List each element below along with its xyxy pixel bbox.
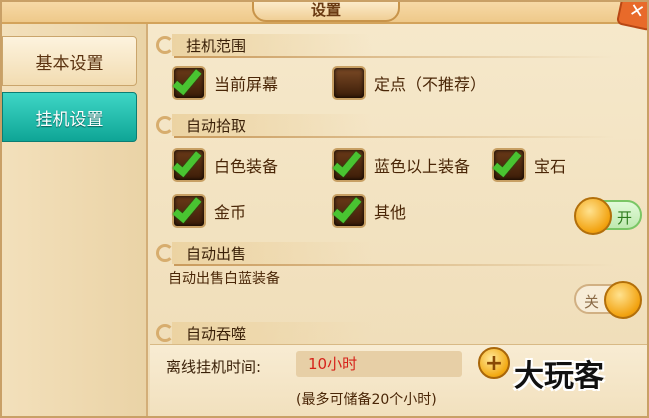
checkbox-box[interactable] xyxy=(172,146,206,182)
offline-note: (最多可储备20个小时) xyxy=(296,392,437,408)
section-title-sell: 自动出售 xyxy=(186,244,247,263)
checkbox-box[interactable] xyxy=(332,66,366,100)
offline-label: 离线挂机时间: xyxy=(166,358,262,376)
checkbox-gold[interactable]: 金币 xyxy=(172,192,247,228)
checkbox-box[interactable] xyxy=(172,64,206,100)
checkbox-other[interactable]: 其他 xyxy=(332,192,407,228)
section-header-range: 挂机范围 xyxy=(154,32,614,58)
checkbox-fixed-point[interactable]: 定点（不推荐） xyxy=(332,66,486,100)
checkbox-label: 宝石 xyxy=(534,157,567,176)
checkbox-label: 当前屏幕 xyxy=(214,75,279,94)
offline-time-bar: 离线挂机时间: 10小时 + (最多可储备20个小时) 大玩客 xyxy=(150,344,647,416)
toggle-knob[interactable] xyxy=(604,281,642,319)
sell-toggle[interactable]: 关 xyxy=(574,281,642,319)
sidebar: 基本设置 挂机设置 xyxy=(2,24,148,416)
section-title-devour: 自动吞噬 xyxy=(186,324,247,343)
tab-idle-settings[interactable]: 挂机设置 xyxy=(2,92,137,142)
settings-window: 设置 ✕ 基本设置 挂机设置 挂机范围 当前屏幕 定点（不推荐） 自动拾取 白色… xyxy=(0,0,649,418)
checkbox-gem[interactable]: 宝石 xyxy=(492,146,567,182)
checkmark-icon xyxy=(332,192,362,224)
plus-icon[interactable]: + xyxy=(478,347,510,379)
checkbox-current-screen[interactable]: 当前屏幕 xyxy=(172,64,279,100)
checkmark-icon xyxy=(172,192,202,224)
section-title-range: 挂机范围 xyxy=(186,36,247,55)
checkbox-box[interactable] xyxy=(492,146,526,182)
checkbox-white-equip[interactable]: 白色装备 xyxy=(172,146,279,182)
section-title-pickup: 自动拾取 xyxy=(186,116,247,135)
swirl-ornament-icon xyxy=(156,244,174,262)
checkbox-label: 定点（不推荐） xyxy=(374,75,487,94)
settings-content: 挂机范围 当前屏幕 定点（不推荐） 自动拾取 白色装备 蓝色以上装备 宝石 金币… xyxy=(150,26,647,416)
checkbox-label: 其他 xyxy=(374,203,407,222)
checkbox-box[interactable] xyxy=(172,192,206,228)
window-title: 设置 xyxy=(252,2,400,22)
section-header-pickup: 自动拾取 xyxy=(154,112,614,138)
checkbox-label: 白色装备 xyxy=(214,157,279,176)
swirl-ornament-icon xyxy=(156,324,174,342)
checkbox-box[interactable] xyxy=(332,146,366,182)
section-header-devour: 自动吞噬 xyxy=(154,320,614,346)
checkmark-icon xyxy=(332,146,362,178)
checkmark-icon xyxy=(172,146,202,178)
checkbox-box[interactable] xyxy=(332,192,366,228)
checkmark-icon xyxy=(492,146,522,178)
swirl-ornament-icon xyxy=(156,116,174,134)
checkbox-label: 蓝色以上装备 xyxy=(374,157,471,176)
checkbox-label: 金币 xyxy=(214,203,247,222)
offline-value: 10小时 xyxy=(296,351,462,377)
swirl-ornament-icon xyxy=(156,36,174,54)
checkbox-blue-equip[interactable]: 蓝色以上装备 xyxy=(332,146,471,182)
section-header-sell: 自动出售 xyxy=(154,240,614,266)
tab-basic-settings[interactable]: 基本设置 xyxy=(2,36,137,86)
toggle-knob[interactable] xyxy=(574,197,612,235)
watermark: 大玩客 xyxy=(514,359,604,394)
checkmark-icon xyxy=(172,64,202,96)
toggle-label: 开 xyxy=(616,209,632,227)
pickup-toggle[interactable]: 开 xyxy=(574,197,642,235)
toggle-label: 关 xyxy=(584,293,600,311)
sell-description: 自动出售白蓝装备 xyxy=(168,271,280,287)
